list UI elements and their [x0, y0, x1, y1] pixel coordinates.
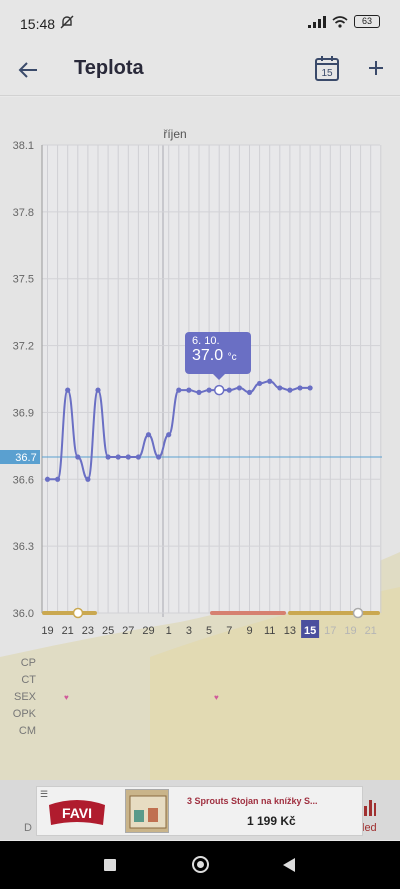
- signal-icon: [308, 15, 326, 28]
- x-tick-label: 23: [82, 625, 94, 637]
- y-tick-label: 37.5: [13, 274, 34, 286]
- x-tick-label: 3: [186, 625, 192, 637]
- system-back-button[interactable]: [283, 858, 295, 872]
- data-point: [115, 454, 121, 460]
- calendar-button[interactable]: 15: [314, 54, 340, 82]
- tab-label-left[interactable]: D: [24, 822, 32, 834]
- row-label-sex: SEX: [13, 691, 36, 703]
- data-point: [55, 476, 61, 482]
- y-tick-label: 36.0: [13, 608, 34, 620]
- system-nav-bar: [0, 841, 400, 889]
- data-point: [287, 387, 293, 393]
- x-tick-label: 21: [62, 625, 74, 637]
- data-point: [196, 389, 202, 395]
- sex-marker: ♥: [214, 693, 219, 702]
- favi-logo-text: FAVI: [62, 805, 92, 821]
- y-tick-label: 37.2: [13, 341, 34, 353]
- home-button[interactable]: [192, 856, 209, 873]
- page-title: Teplota: [74, 57, 144, 79]
- coverline-label: 36.7: [15, 452, 36, 464]
- recents-button[interactable]: [104, 859, 116, 871]
- notifications-muted-icon: [60, 15, 74, 29]
- calendar-day: 15: [321, 68, 333, 79]
- x-tick-label: 1: [166, 625, 172, 637]
- x-tick-label: 17: [324, 625, 336, 637]
- x-tick-label: 19: [344, 625, 356, 637]
- x-tick-label: 13: [284, 625, 296, 637]
- status-bar: 15:48 63: [0, 0, 400, 44]
- y-tick-label: 36.6: [13, 474, 34, 486]
- row-label-cm: CM: [18, 725, 36, 737]
- x-tick-label: 9: [246, 625, 252, 637]
- selected-data-point: [213, 384, 225, 396]
- data-point: [186, 387, 192, 393]
- x-tick-label: 19: [41, 625, 53, 637]
- y-tick-label: 36.9: [13, 407, 34, 419]
- ovulation-marker: [72, 607, 84, 619]
- tooltip-unit: °c: [227, 352, 237, 363]
- tab-label-right[interactable]: led: [362, 822, 377, 834]
- y-tick-label: 37.8: [13, 207, 34, 219]
- row-label-ct: CT: [21, 674, 36, 686]
- x-tick-label: 29: [142, 625, 154, 637]
- data-point: [135, 454, 141, 460]
- data-point: [176, 387, 182, 393]
- data-point: [206, 387, 212, 393]
- data-point: [105, 454, 111, 460]
- row-label-opk: OPK: [12, 708, 36, 720]
- status-time: 15:48: [20, 16, 56, 32]
- chart-plot: 38.137.837.537.236.936.636.336.036.719 21…: [0, 140, 382, 638]
- data-point: [125, 454, 131, 460]
- temperature-chart[interactable]: říjen 38.1 37.8 37.5 37.2 36.9 36.6 36.3 36.0 36…: [0, 97, 400, 780]
- x-tick-label: 21: [365, 625, 377, 637]
- data-point: [277, 385, 283, 391]
- app-bar: Teplota 15: [0, 44, 400, 96]
- sex-marker: ♥: [64, 693, 69, 702]
- tooltip-arrow: [213, 374, 225, 380]
- x-tick-label: 5: [206, 625, 212, 637]
- data-point: [297, 385, 303, 391]
- data-point: [166, 432, 172, 438]
- data-point: [307, 385, 313, 391]
- predicted-marker: [352, 607, 364, 619]
- tooltip-value: 37.0: [192, 347, 224, 364]
- data-point: [85, 476, 91, 482]
- status-icons: 63: [308, 15, 380, 28]
- data-point: [226, 387, 232, 393]
- data-point: [75, 454, 81, 460]
- value-tooltip: 6. 10. 37.0 °c: [185, 332, 251, 380]
- battery-icon: 63: [354, 15, 380, 28]
- data-point: [257, 380, 263, 387]
- data-point: [145, 432, 152, 438]
- x-tick-label: 25: [102, 625, 114, 637]
- x-tick-label: 15: [304, 625, 316, 637]
- data-point: [156, 454, 162, 460]
- plot-background: [42, 145, 380, 613]
- back-arrow-icon[interactable]: [14, 56, 42, 84]
- row-label-cp: CP: [20, 657, 36, 669]
- data-point: [44, 476, 51, 482]
- ad-price: 1 199 Kč: [247, 814, 296, 828]
- y-tick-label: 38.1: [13, 140, 34, 152]
- ad-banner[interactable]: ☰ FAVI 3 Sprouts Stojan na knížky S... 1…: [36, 786, 363, 836]
- data-point: [236, 385, 242, 391]
- x-tick-label: 11: [264, 625, 275, 637]
- favi-logo: FAVI: [49, 800, 105, 825]
- ad-product-image: [125, 789, 169, 833]
- data-point: [267, 378, 273, 384]
- data-point: [95, 387, 101, 393]
- x-tick-label: 7: [226, 625, 232, 637]
- y-tick-label: 36.3: [13, 541, 34, 553]
- tooltip-date: 6. 10.: [192, 335, 220, 347]
- x-tick-label: 27: [122, 625, 134, 637]
- ad-title[interactable]: 3 Sprouts Stojan na knížky S...: [187, 796, 318, 806]
- chart-tab-icon[interactable]: [364, 798, 376, 816]
- wifi-icon: [332, 15, 348, 28]
- data-point: [65, 387, 71, 393]
- data-point: [246, 389, 253, 395]
- add-button[interactable]: [364, 54, 388, 82]
